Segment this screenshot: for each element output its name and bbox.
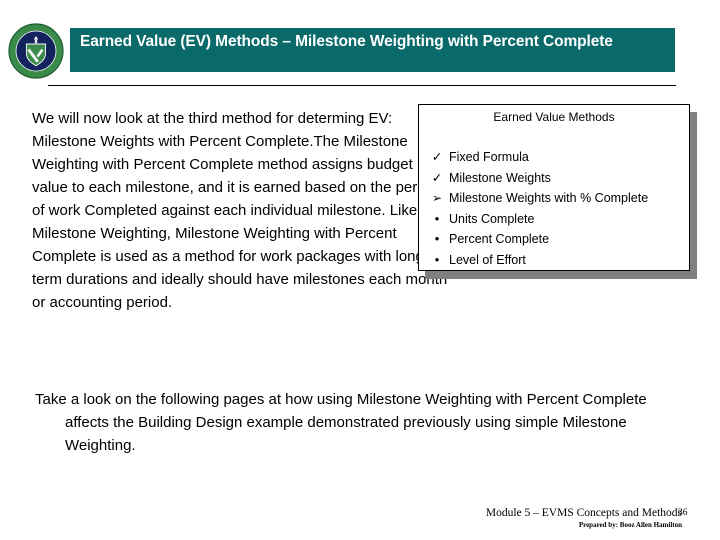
list-item: • Percent Complete (419, 229, 689, 250)
method-label: Milestone Weights (449, 170, 551, 185)
list-item: ✓ Milestone Weights (419, 168, 689, 189)
method-label: Percent Complete (449, 232, 550, 246)
intro-paragraph: We will now look at the third method for… (32, 110, 448, 311)
footer-page-number: 36 (678, 508, 688, 518)
method-label: Level of Effort (449, 252, 526, 267)
closing-paragraph: Take a look on the following pages at ho… (35, 391, 651, 454)
slide-title-bar: Earned Value (EV) Methods – Milestone We… (70, 28, 675, 72)
arrow-icon: ➢ (431, 191, 443, 205)
footer-module-label: Module 5 – EVMS Concepts and Methods (485, 507, 682, 519)
bullet-icon: • (434, 210, 440, 226)
list-item-highlighted: ➢ Milestone Weights with % Complete (419, 188, 689, 209)
method-label: Fixed Formula (449, 150, 529, 164)
method-label: Units Complete (449, 211, 535, 226)
bullet-icon: • (434, 231, 440, 246)
earned-value-methods-box: Earned Value Methods ✓ Fixed Formula ✓ M… (418, 104, 690, 271)
list-item: • Units Complete (419, 209, 689, 230)
footer-prepared-by: Prepared by: Booz Allen Hamilton (578, 521, 682, 529)
doe-seal-logo (8, 23, 64, 79)
methods-box-title: Earned Value Methods (493, 110, 615, 124)
list-item: • Level of Effort (419, 250, 689, 271)
methods-list: ✓ Fixed Formula ✓ Milestone Weights ➢ Mi… (419, 147, 689, 270)
method-label: Milestone Weights with % Complete (449, 191, 649, 205)
list-item: ✓ Fixed Formula (419, 147, 689, 168)
header-divider (48, 85, 676, 86)
bullet-icon: • (434, 251, 440, 267)
check-icon: ✓ (431, 150, 443, 164)
check-icon: ✓ (431, 170, 443, 185)
page-title: Earned Value (EV) Methods – Milestone We… (80, 33, 613, 50)
